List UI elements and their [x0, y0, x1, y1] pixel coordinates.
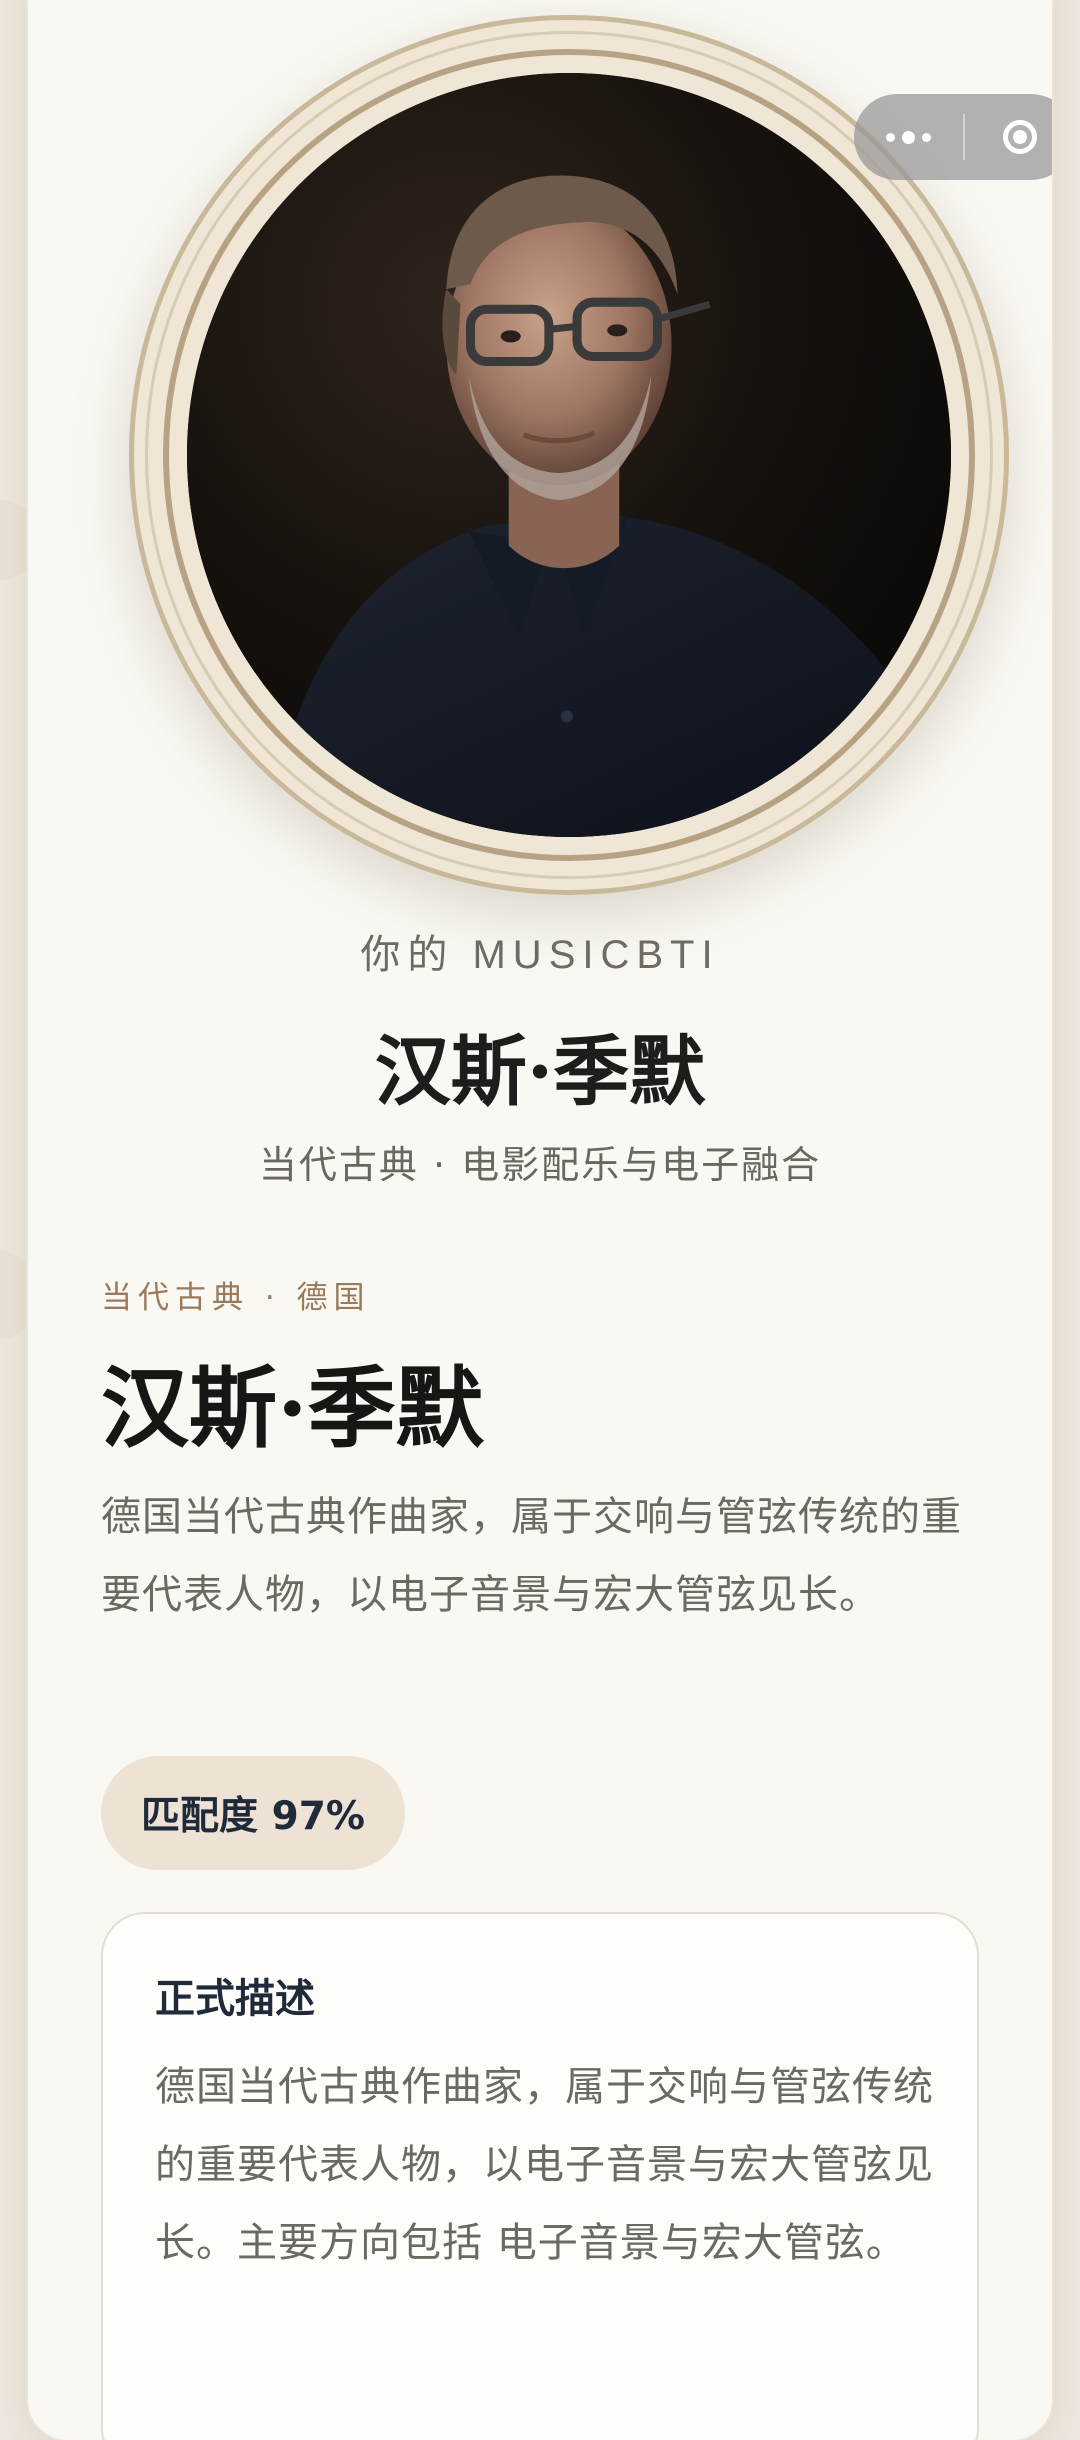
result-card: 你的 MUSICBTI 汉斯·季默 当代古典 · 电影配乐与电子融合 当代古典 …	[28, 0, 1052, 2440]
description-card: 正式描述 德国当代古典作曲家，属于交响与管弦传统的重要代表人物，以电子音景与宏大…	[101, 1912, 979, 2440]
portrait-photo	[187, 73, 951, 837]
more-button[interactable]	[854, 94, 963, 180]
profile-name: 汉斯·季默	[101, 1356, 484, 1460]
close-button[interactable]	[965, 94, 1052, 180]
description-body: 德国当代古典作曲家，属于交响与管弦传统的重要代表人物，以电子音景与宏大管弦见长。…	[155, 2064, 934, 2266]
target-circle-icon	[1002, 120, 1037, 154]
result-subtitle: 当代古典 · 电影配乐与电子融合	[258, 1143, 822, 1187]
result-name: 汉斯·季默	[374, 1027, 706, 1116]
match-badge: 匹配度 97%	[101, 1756, 405, 1870]
profile-eyebrow: 当代古典 · 德国	[101, 1280, 371, 1316]
mini-program-capsule	[854, 94, 1052, 180]
description-title: 正式描述	[155, 1976, 315, 2022]
result-kicker: 你的 MUSICBTI	[360, 933, 720, 977]
profile-intro: 德国当代古典作曲家，属于交响与管弦传统的重要代表人物，以电子音景与宏大管弦见长。	[101, 1494, 962, 1618]
more-dots-icon	[886, 130, 931, 144]
